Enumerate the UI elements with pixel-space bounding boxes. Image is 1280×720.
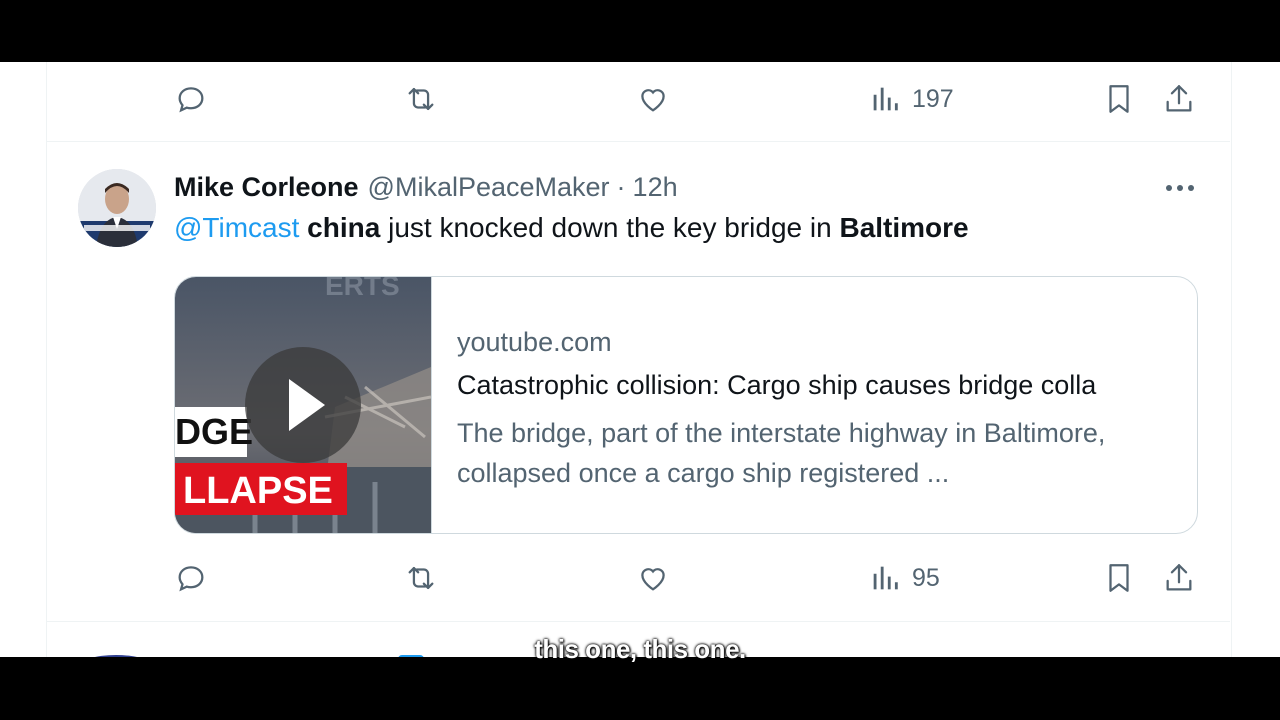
tweet-actions: 95 <box>0 558 1280 598</box>
highlight-word-china: china <box>307 212 381 243</box>
share-icon <box>1166 564 1192 591</box>
views-count: 95 <box>912 563 940 592</box>
like-button[interactable] <box>636 558 670 598</box>
link-card[interactable]: ERTS DGE LLAPSE youtube.com Catastrophic… <box>174 276 1198 534</box>
views-icon <box>873 566 898 590</box>
like-icon <box>641 568 665 591</box>
previous-tweet-actions: 197 <box>0 79 1280 119</box>
card-description: The bridge, part of the interstate highw… <box>457 418 1106 488</box>
reply-icon <box>178 87 204 113</box>
more-icon[interactable] <box>1160 174 1200 202</box>
header-separator: · <box>616 171 626 202</box>
tweet-header: Mike Corleone @MikalPeaceMaker · 12h <box>174 169 678 205</box>
tweet-text: @Timcast china just knocked down the key… <box>174 212 969 244</box>
video-letterbox-top <box>0 0 1280 62</box>
views-button[interactable]: 197 <box>868 79 954 119</box>
share-button[interactable] <box>1162 558 1196 598</box>
thumbnail-image: ERTS DGE LLAPSE <box>175 277 431 533</box>
retweet-icon <box>408 566 434 590</box>
highlight-word-baltimore: Baltimore <box>839 212 969 243</box>
thumbnail-watermark: ERTS <box>325 277 400 301</box>
like-icon <box>641 89 665 112</box>
card-body: youtube.com Catastrophic collision: Carg… <box>457 277 1177 533</box>
reply-icon <box>178 566 204 592</box>
video-letterbox-bottom <box>0 657 1280 720</box>
author-name[interactable]: Mike Corleone <box>174 172 359 203</box>
twitter-timeline: 197 Mike Corleone @MikalPeaceMaker · 12h… <box>0 62 1280 657</box>
video-subtitle: this one, this one. <box>534 634 746 664</box>
views-icon <box>873 87 898 111</box>
thumbnail-text-banner: LLAPSE <box>183 470 333 512</box>
tweet-time[interactable]: 12h <box>633 172 678 203</box>
views-button[interactable]: 95 <box>868 558 940 598</box>
reply-button[interactable] <box>174 79 208 119</box>
avatar[interactable] <box>78 169 156 247</box>
share-icon <box>1166 85 1192 112</box>
like-button[interactable] <box>636 79 670 119</box>
mention-link[interactable]: @Timcast <box>174 212 299 243</box>
thumbnail-text-top: DGE <box>175 411 253 452</box>
retweet-button[interactable] <box>404 79 438 119</box>
card-title: Catastrophic collision: Cargo ship cause… <box>457 370 1097 400</box>
avatar-image <box>78 169 156 247</box>
bookmark-button[interactable] <box>1102 79 1136 119</box>
bookmark-button[interactable] <box>1102 558 1136 598</box>
views-count: 197 <box>912 84 954 113</box>
tweet-divider <box>46 621 1230 622</box>
bookmark-icon <box>1109 564 1129 592</box>
tweet-divider <box>46 141 1230 142</box>
share-button[interactable] <box>1162 79 1196 119</box>
reply-button[interactable] <box>174 558 208 598</box>
video-thumbnail[interactable]: ERTS DGE LLAPSE <box>175 277 432 533</box>
author-handle[interactable]: @MikalPeaceMaker <box>368 172 610 203</box>
bookmark-icon <box>1109 85 1129 113</box>
play-icon[interactable] <box>245 347 361 463</box>
tweet-text-middle: just knocked down the key bridge in <box>380 212 840 243</box>
retweet-button[interactable] <box>404 558 438 598</box>
retweet-icon <box>408 87 434 111</box>
card-domain: youtube.com <box>457 327 612 357</box>
